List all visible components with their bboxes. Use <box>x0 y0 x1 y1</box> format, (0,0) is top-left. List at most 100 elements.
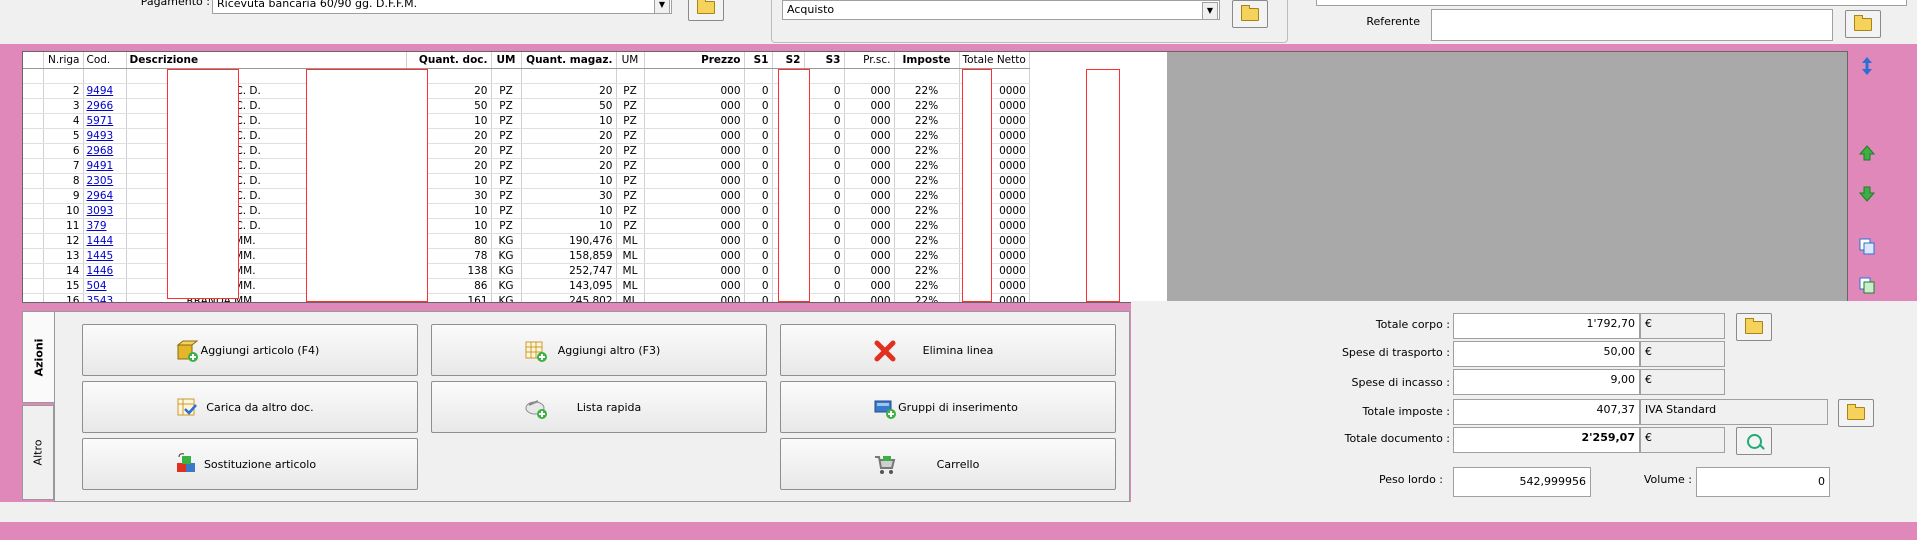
lista-rapida-button[interactable]: Lista rapida <box>431 381 767 433</box>
row-selector[interactable] <box>23 293 44 302</box>
currency-field: € <box>1640 313 1725 339</box>
grid-cell: PZ <box>491 128 522 144</box>
causale-select[interactable]: Acquisto ▼ <box>782 0 1220 20</box>
grid-cell: 0 <box>804 128 845 144</box>
resize-rows-button[interactable] <box>1852 52 1882 80</box>
article-code-link[interactable]: 3543 <box>87 295 114 303</box>
code-cell: 504 <box>83 278 127 294</box>
article-code-link[interactable]: 1446 <box>87 265 114 277</box>
grid-cell <box>43 68 84 84</box>
carica-da-altro-button[interactable]: Carica da altro doc. <box>82 381 418 433</box>
referente-field[interactable] <box>1431 9 1833 41</box>
col-header[interactable]: Totale Netto <box>959 52 1030 69</box>
chevron-down-icon[interactable]: ▼ <box>654 0 670 13</box>
col-header[interactable]: Prezzo <box>644 52 745 69</box>
col-header[interactable]: S1 <box>744 52 773 69</box>
row-selector[interactable] <box>23 68 44 84</box>
chevron-down-icon[interactable]: ▼ <box>1202 2 1218 19</box>
article-code-link[interactable]: 9493 <box>87 130 114 142</box>
paste-row-button[interactable] <box>1852 271 1882 299</box>
article-code-link[interactable]: 504 <box>87 280 107 292</box>
tab-altro[interactable]: Altro <box>22 405 54 500</box>
grid-cell: 0 <box>744 263 773 279</box>
aggiungi-altro-button[interactable]: Aggiungi altro (F3) <box>431 324 767 376</box>
col-header[interactable]: Quant. doc. <box>406 52 492 69</box>
col-header[interactable]: UM <box>491 52 522 69</box>
row-selector[interactable] <box>23 173 44 189</box>
col-header[interactable]: S3 <box>804 52 845 69</box>
totale-corpo-field[interactable]: 1'792,70 <box>1453 313 1640 339</box>
row-selector[interactable] <box>23 278 44 294</box>
iva-folder-button[interactable] <box>1838 399 1874 427</box>
spese-trasporto-field[interactable]: 50,00 <box>1453 341 1640 367</box>
col-header[interactable]: UM <box>616 52 645 69</box>
col-header[interactable]: Cod. <box>83 52 127 69</box>
col-header[interactable]: N.riga <box>43 52 84 69</box>
totale-documento-detail-button[interactable] <box>1736 427 1772 455</box>
row-selector[interactable] <box>23 218 44 234</box>
article-code-link[interactable]: 2305 <box>87 175 114 187</box>
sostituzione-articolo-button[interactable]: Sostituzione articolo <box>82 438 418 490</box>
col-header[interactable]: Pr.sc. <box>844 52 895 69</box>
row-selector[interactable] <box>23 188 44 204</box>
move-up-button[interactable] <box>1852 139 1882 167</box>
grid-cell: ML <box>616 233 645 249</box>
totale-corpo-folder-button[interactable] <box>1736 313 1772 341</box>
elimina-linea-button[interactable]: Elimina linea <box>780 324 1116 376</box>
row-selector[interactable] <box>23 263 44 279</box>
carrello-button[interactable]: Carrello <box>780 438 1116 490</box>
grid-cell <box>521 68 617 84</box>
copy-row-button[interactable] <box>1852 232 1882 260</box>
col-header[interactable]: S2 <box>772 52 805 69</box>
spese-incasso-field[interactable]: 9,00 <box>1453 369 1640 395</box>
article-code-link[interactable]: 2964 <box>87 190 114 202</box>
aggiungi-articolo-button[interactable]: Aggiungi articolo (F4) <box>82 324 418 376</box>
article-code-link[interactable]: 1445 <box>87 250 114 262</box>
article-code-link[interactable]: 2966 <box>87 100 114 112</box>
col-header[interactable]: Quant. magaz. <box>521 52 617 69</box>
volume-field[interactable]: 0 <box>1696 467 1830 497</box>
peso-lordo-field[interactable]: 542,999956 <box>1453 467 1591 497</box>
referente-label: Referente <box>1366 15 1420 28</box>
col-header[interactable]: Descrizione <box>126 52 407 69</box>
article-code-link[interactable]: 1444 <box>87 235 114 247</box>
totale-documento-field[interactable]: 2'259,07 <box>1453 427 1640 453</box>
article-code-link[interactable]: 9491 <box>87 160 114 172</box>
row-selector[interactable] <box>23 83 44 99</box>
row-selector[interactable] <box>23 143 44 159</box>
article-code-link[interactable]: 2968 <box>87 145 114 157</box>
grid-cell: 3 <box>43 98 84 114</box>
row-selector[interactable] <box>23 158 44 174</box>
top-right-field[interactable] <box>1316 0 1907 6</box>
carrello-label: Carrello <box>936 457 980 471</box>
row-selector[interactable] <box>23 113 44 129</box>
grid-cell: 000 <box>844 263 895 279</box>
article-code-link[interactable]: 3093 <box>87 205 114 217</box>
pagamento-select[interactable]: Ricevuta bancaria 60/90 gg. D.F.F.M. ▼ <box>212 0 672 14</box>
grid-cell: KG <box>491 248 522 264</box>
article-code-link[interactable]: 5971 <box>87 115 114 127</box>
row-selector[interactable] <box>23 248 44 264</box>
grid-cell: 000 <box>644 98 745 114</box>
grid-cell: 0 <box>804 278 845 294</box>
spese-trasporto-value: 50,00 <box>1603 345 1636 358</box>
totale-imposte-field[interactable]: 407,37 <box>1453 399 1640 425</box>
article-code-link[interactable]: 9494 <box>87 85 114 97</box>
gruppi-inserimento-button[interactable]: Gruppi di inserimento <box>780 381 1116 433</box>
referente-folder-button[interactable] <box>1845 10 1881 38</box>
row-selector[interactable] <box>23 128 44 144</box>
row-selector[interactable] <box>23 233 44 249</box>
row-selector[interactable] <box>23 203 44 219</box>
folder-icon <box>1854 14 1872 31</box>
code-cell: 3093 <box>83 203 127 219</box>
grid-cell: 000 <box>644 188 745 204</box>
pagamento-folder-button[interactable] <box>688 0 724 21</box>
articles-grid[interactable]: N.riga Cod. Descrizione Quant. doc. UM Q… <box>22 51 1848 303</box>
tab-azioni[interactable]: Azioni <box>22 311 54 403</box>
grid-cell: 4 <box>43 113 84 129</box>
article-code-link[interactable]: 379 <box>87 220 107 232</box>
col-header[interactable]: Imposte <box>894 52 960 69</box>
causale-folder-button[interactable] <box>1232 0 1268 28</box>
move-down-button[interactable] <box>1852 180 1882 208</box>
row-selector[interactable] <box>23 98 44 114</box>
